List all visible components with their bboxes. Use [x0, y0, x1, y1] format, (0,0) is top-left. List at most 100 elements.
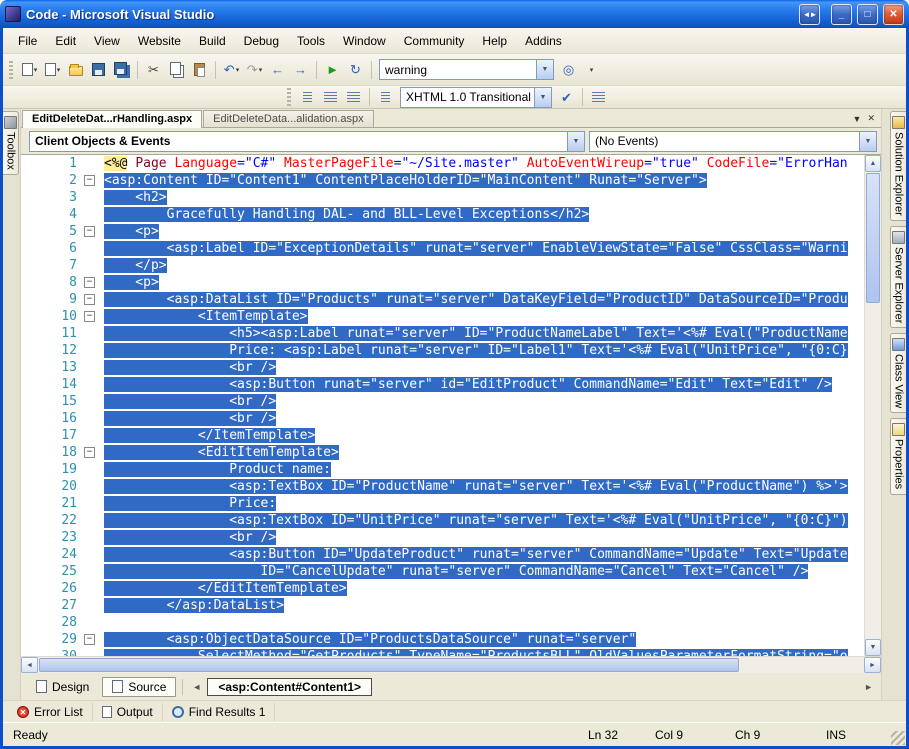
- code-area[interactable]: <%@ Page Language="C#" MasterPageFile="~…: [101, 155, 864, 656]
- line-number: 7: [69, 258, 77, 273]
- refresh-button[interactable]: ↻: [344, 59, 367, 81]
- navigate-back-button[interactable]: ←: [266, 59, 289, 81]
- tag-navigator-chip[interactable]: <asp:Content#Content1>: [207, 677, 372, 696]
- fold-toggle[interactable]: −: [84, 447, 95, 458]
- new-file-button[interactable]: ▾: [18, 59, 41, 81]
- fold-toggle[interactable]: −: [84, 311, 95, 322]
- scroll-down-button[interactable]: ▼: [865, 639, 881, 656]
- close-button[interactable]: ✕: [883, 3, 904, 25]
- error-list-tab[interactable]: ✕ Error List: [8, 702, 93, 721]
- menu-help[interactable]: Help: [473, 30, 516, 52]
- find-results-tab[interactable]: Find Results 1: [163, 702, 276, 721]
- fold-column: −: [84, 226, 101, 237]
- add-item-button[interactable]: ▾: [41, 59, 64, 81]
- cut-button[interactable]: ✂: [142, 59, 165, 81]
- toolbar-separator: [371, 60, 372, 79]
- gutter-line: 6: [21, 240, 101, 257]
- toolbar-grip[interactable]: [287, 88, 291, 106]
- float-window-button[interactable]: ◄►: [799, 3, 820, 25]
- menu-view[interactable]: View: [85, 30, 129, 52]
- title-bar[interactable]: Code - Microsoft Visual Studio ◄► _ □ ✕: [0, 0, 909, 28]
- check-page-button[interactable]: ✔: [555, 86, 578, 108]
- gutter-line: 20: [21, 478, 101, 495]
- fold-toggle[interactable]: −: [84, 634, 95, 645]
- menu-build[interactable]: Build: [190, 30, 235, 52]
- objects-dropdown-button[interactable]: ▼: [567, 131, 584, 151]
- vertical-scroll-thumb[interactable]: [866, 173, 880, 303]
- refresh-icon: ↻: [350, 62, 361, 77]
- save-all-button[interactable]: [110, 59, 133, 81]
- output-tab[interactable]: Output: [93, 702, 163, 721]
- menu-debug[interactable]: Debug: [235, 30, 288, 52]
- find-in-files-button[interactable]: ◎: [557, 59, 580, 81]
- class-view-tab[interactable]: Class View: [890, 333, 906, 414]
- minimize-button[interactable]: _: [831, 3, 852, 25]
- horizontal-scrollbar[interactable]: ◄ ►: [21, 656, 881, 673]
- code-editor[interactable]: 1 2−3 4 5−6 7 8−9−10−11 12 13 14 15 16 17 18−19 20 21 2…: [21, 154, 881, 656]
- design-view-button[interactable]: Design: [26, 677, 99, 697]
- doctype-dropdown-button[interactable]: ▼: [534, 87, 551, 107]
- events-combobox[interactable]: (No Events) ▼: [589, 130, 877, 152]
- navigate-forward-button[interactable]: →: [289, 59, 312, 81]
- right-tab-strip: Solution Explorer Server Explorer Class …: [881, 109, 906, 700]
- doc-tab-errorhandling[interactable]: EditDeleteDat...rHandling.aspx: [22, 110, 203, 128]
- menu-website[interactable]: Website: [129, 30, 190, 52]
- doctype-combobox[interactable]: XHTML 1.0 Transitional ( ▼: [400, 86, 552, 108]
- menu-file[interactable]: File: [9, 30, 46, 52]
- line-number: 30: [21, 648, 84, 656]
- undo-button[interactable]: ↶ ▾: [220, 59, 243, 81]
- copy-button[interactable]: [165, 59, 188, 81]
- output-label: Output: [116, 704, 153, 719]
- format-document-button[interactable]: [342, 86, 365, 108]
- resize-grip[interactable]: [891, 731, 905, 745]
- find-input[interactable]: warning: [380, 60, 536, 79]
- scroll-left-button[interactable]: ◄: [21, 657, 38, 673]
- maximize-button[interactable]: □: [857, 3, 878, 25]
- tag-navigator-right-button[interactable]: ►: [861, 682, 876, 692]
- fold-toggle[interactable]: −: [84, 277, 95, 288]
- find-dropdown-button[interactable]: ▼: [536, 60, 553, 79]
- redo-button[interactable]: ↷ ▾: [243, 59, 266, 81]
- format-selection-button[interactable]: [374, 86, 397, 108]
- toolbar-separator: [215, 60, 216, 79]
- toolbar-options-button[interactable]: ▾: [580, 59, 603, 81]
- close-document-button[interactable]: ✕: [867, 113, 875, 124]
- doc-tab-validation[interactable]: EditDeleteData...alidation.aspx: [203, 110, 374, 127]
- menu-community[interactable]: Community: [395, 30, 474, 52]
- horizontal-scroll-thumb[interactable]: [39, 658, 739, 672]
- vertical-scrollbar[interactable]: ▲ ▼: [864, 155, 881, 656]
- horizontal-scroll-track[interactable]: [740, 657, 864, 673]
- menu-tools[interactable]: Tools: [288, 30, 334, 52]
- source-view-button[interactable]: Source: [102, 676, 177, 697]
- paste-button[interactable]: [188, 59, 211, 81]
- objects-combobox[interactable]: Client Objects & Events ▼: [29, 130, 585, 152]
- scroll-up-button[interactable]: ▲: [865, 155, 881, 172]
- decrease-indent-button[interactable]: [296, 86, 319, 108]
- menu-edit[interactable]: Edit: [46, 30, 85, 52]
- server-explorer-tab[interactable]: Server Explorer: [890, 225, 906, 329]
- save-button[interactable]: [87, 59, 110, 81]
- increase-indent-button[interactable]: [319, 86, 342, 108]
- open-file-button[interactable]: [64, 59, 87, 81]
- menu-addins[interactable]: Addins: [516, 30, 571, 52]
- code-line: <asp:DataList ID="Products" runat="serve…: [104, 292, 848, 307]
- fold-column: −: [84, 311, 101, 322]
- scroll-right-button[interactable]: ►: [864, 657, 881, 673]
- fold-toggle[interactable]: −: [84, 175, 95, 186]
- solution-explorer-tab[interactable]: Solution Explorer: [890, 111, 906, 221]
- start-debugging-button[interactable]: ►: [321, 59, 344, 81]
- toolbox-tab[interactable]: Toolbox: [3, 111, 19, 175]
- gutter-line: 30: [21, 648, 101, 656]
- active-files-dropdown-button[interactable]: ▼: [853, 114, 862, 124]
- fold-column: −: [84, 634, 101, 645]
- style-application-button[interactable]: [587, 86, 610, 108]
- fold-toggle[interactable]: −: [84, 294, 95, 305]
- events-dropdown-button[interactable]: ▼: [859, 131, 876, 151]
- menu-window[interactable]: Window: [334, 30, 395, 52]
- find-combobox[interactable]: warning ▼: [379, 59, 554, 80]
- fold-toggle[interactable]: −: [84, 226, 95, 237]
- properties-tab[interactable]: Properties: [890, 418, 906, 495]
- toolbar-grip[interactable]: [9, 60, 13, 79]
- tag-navigator-left-button[interactable]: ◄: [189, 682, 204, 692]
- vertical-scroll-track[interactable]: [865, 304, 881, 639]
